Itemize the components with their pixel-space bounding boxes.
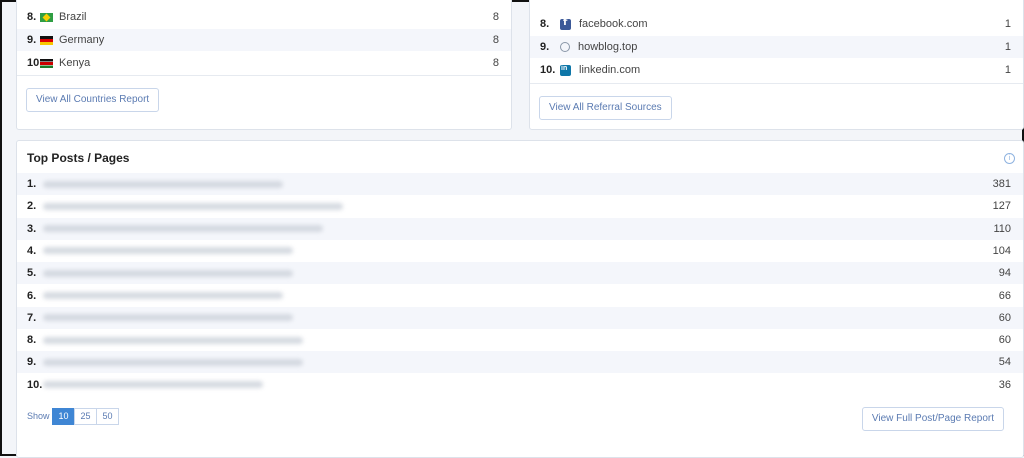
referral-name: linkedin.com [579, 64, 641, 76]
post-views: 381 [992, 178, 1011, 190]
post-views: 94 [998, 267, 1011, 280]
page-size-25-button[interactable]: 25 [74, 408, 97, 425]
divider [530, 83, 1023, 84]
post-views: 110 [993, 222, 1011, 235]
post-row[interactable]: 9. 54 [17, 351, 1023, 374]
post-title-link[interactable] [43, 314, 293, 322]
post-views: 104 [992, 244, 1011, 257]
post-views: 54 [998, 356, 1011, 369]
country-row: 9. Germany 8 [17, 29, 511, 51]
country-count: 8 [492, 57, 499, 69]
post-row[interactable]: 10. 36 [17, 374, 1023, 396]
post-rank: 3. [27, 222, 37, 235]
post-rank: 7. [27, 311, 37, 324]
post-rank: 1. [27, 178, 37, 190]
facebook-icon [560, 17, 571, 30]
referral-name: facebook.com [579, 18, 648, 30]
referral-count: 1 [1004, 64, 1011, 76]
post-row[interactable]: 7. 60 [17, 306, 1023, 329]
germany-flag-icon [40, 35, 53, 45]
post-title-link[interactable] [43, 269, 293, 277]
referral-rank: 8. [540, 18, 550, 30]
referral-count: 1 [1004, 18, 1011, 30]
show-label: Show [27, 411, 50, 421]
post-title-link[interactable] [43, 180, 283, 188]
post-title-link[interactable] [43, 358, 303, 366]
kenya-flag-icon [40, 58, 53, 68]
view-all-countries-button[interactable]: View All Countries Report [26, 88, 160, 112]
country-count: 8 [492, 11, 499, 23]
post-rank: 4. [27, 244, 37, 257]
post-rank: 6. [27, 289, 37, 302]
post-rank: 8. [27, 334, 37, 347]
post-rank: 10. [27, 378, 43, 391]
linkedin-icon [560, 64, 571, 76]
country-row: 10. Kenya 8 [17, 52, 511, 74]
referral-row: 10. linkedin.com 1 [530, 59, 1023, 81]
view-full-post-report-button[interactable]: View Full Post/Page Report [861, 407, 1004, 431]
globe-icon [560, 42, 570, 52]
referral-row: 9. howblog.top 1 [530, 36, 1023, 58]
post-title-link[interactable] [43, 202, 343, 210]
posts-title: Top Posts / Pages [27, 151, 130, 165]
referral-rank: 10. [540, 64, 556, 76]
divider [17, 75, 511, 76]
post-views: 60 [998, 311, 1011, 324]
post-row[interactable]: 6. 66 [17, 285, 1023, 307]
post-title-link[interactable] [43, 247, 293, 255]
post-views: 60 [998, 334, 1011, 347]
referral-sources-card: 8. facebook.com 1 9. howblog.top 1 10. l… [529, 0, 1024, 130]
country-name: Brazil [59, 11, 87, 23]
referral-count: 1 [1004, 41, 1011, 53]
post-row[interactable]: 2. 127 [17, 195, 1023, 217]
post-title-link[interactable] [43, 381, 263, 389]
post-title-link[interactable] [43, 292, 283, 299]
post-views: 66 [998, 289, 1011, 302]
post-row[interactable]: 5. 94 [17, 262, 1023, 285]
post-rank: 5. [27, 267, 37, 280]
post-row[interactable]: 8. 60 [17, 329, 1023, 351]
referral-row: 8. facebook.com 1 [530, 13, 1023, 35]
view-all-referrals-button[interactable]: View All Referral Sources [539, 96, 672, 120]
country-row: 8. Brazil 8 [17, 6, 511, 28]
post-views: 127 [992, 200, 1011, 213]
country-name: Germany [59, 34, 105, 46]
post-title-link[interactable] [43, 336, 303, 344]
country-rank: 9. [27, 34, 37, 46]
top-posts-card: Top Posts / Pages i 1. 381 2. 127 3. 110 4. 104… [16, 140, 1024, 458]
post-rank: 2. [27, 200, 37, 213]
report-frame: 8. Brazil 8 9. Germany 8 10. Kenya 8 Vie… [0, 0, 1024, 458]
page-size-50-button[interactable]: 50 [96, 408, 119, 425]
country-name: Kenya [59, 57, 91, 69]
referral-name: howblog.top [578, 41, 638, 53]
post-rank: 9. [27, 356, 37, 369]
post-row[interactable]: 3. 110 [17, 217, 1023, 240]
brazil-flag-icon [40, 12, 53, 22]
post-views: 36 [998, 378, 1011, 391]
info-icon[interactable]: i [1004, 153, 1015, 164]
top-countries-card: 8. Brazil 8 9. Germany 8 10. Kenya 8 Vie… [16, 0, 512, 130]
country-count: 8 [492, 34, 499, 46]
post-row[interactable]: 1. 381 [17, 173, 1023, 195]
page-size-10-button[interactable]: 10 [52, 408, 75, 425]
post-row[interactable]: 4. 104 [17, 240, 1023, 262]
referral-rank: 9. [540, 41, 550, 53]
country-rank: 8. [27, 11, 37, 23]
post-title-link[interactable] [43, 225, 323, 233]
